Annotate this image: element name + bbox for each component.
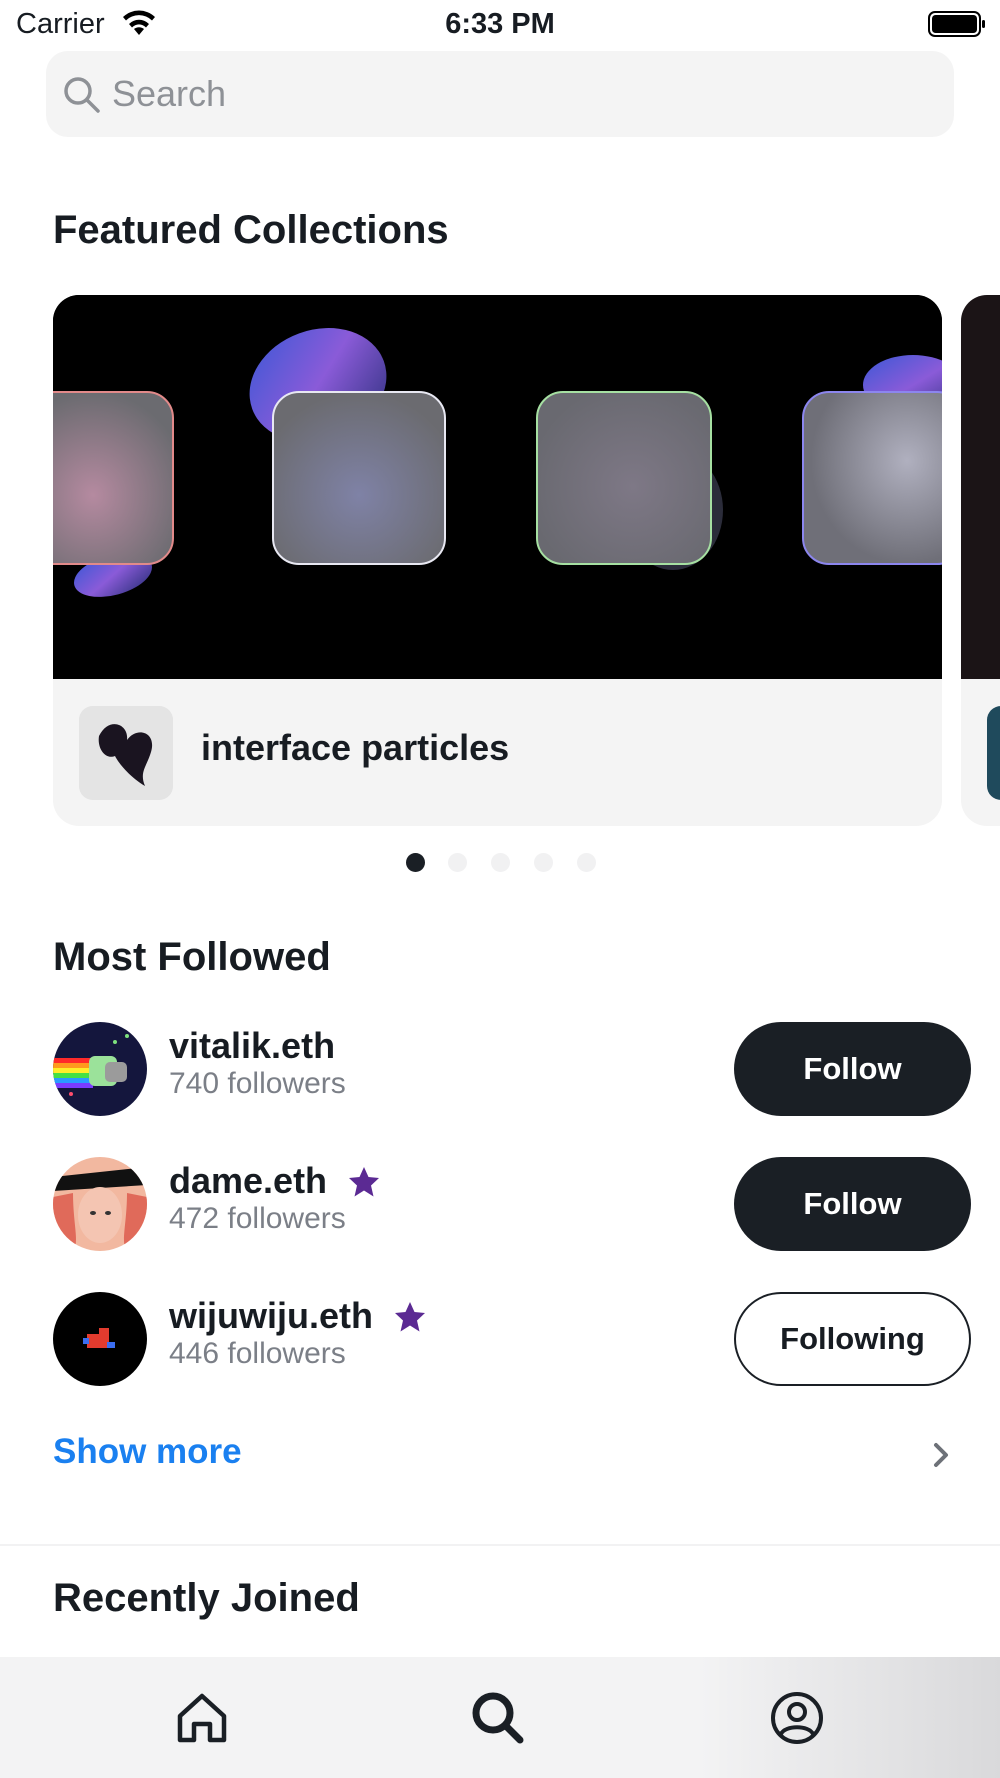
collection-name: interface particles [201,727,510,768]
user-name[interactable]: wijuwiju.eth [169,1295,373,1337]
follower-count: 740 followers [169,1067,346,1100]
follower-count: 446 followers [169,1337,346,1370]
follower-count: 472 followers [169,1202,346,1235]
following-button[interactable]: Following [734,1292,971,1386]
next-collection-card-peek[interactable] [961,295,1000,826]
carousel-dot[interactable] [448,853,467,872]
collection-thumbnail [79,706,173,800]
status-bar: Carrier 6:33 PM [0,0,1000,50]
verified-star-icon [395,1302,425,1332]
show-more-link[interactable]: Show more [53,1432,242,1472]
avatar[interactable] [53,1292,147,1386]
carousel-dot[interactable] [534,853,553,872]
search-icon [64,77,100,113]
search-input[interactable] [112,62,932,126]
home-icon[interactable] [174,1690,230,1746]
featured-collections-heading: Featured Collections [53,208,449,252]
collection-card[interactable]: interface particles [53,295,942,826]
status-time: 6:33 PM [445,8,555,40]
search-icon[interactable] [470,1690,526,1746]
recently-joined-heading: Recently Joined [53,1576,360,1620]
most-followed-heading: Most Followed [53,935,331,979]
follow-button[interactable]: Follow [734,1157,971,1251]
battery-icon [928,11,985,37]
collection-artwork [53,295,942,679]
carousel-dot-active[interactable] [406,853,425,872]
verified-star-icon [349,1167,379,1197]
follow-button[interactable]: Follow [734,1022,971,1116]
profile-icon[interactable] [769,1690,825,1746]
user-name[interactable]: vitalik.eth [169,1025,335,1067]
chevron-right-icon[interactable] [930,1440,952,1470]
section-divider [0,1544,1000,1546]
carousel-dot[interactable] [577,853,596,872]
avatar[interactable] [53,1022,147,1116]
carousel-dot[interactable] [491,853,510,872]
avatar[interactable] [53,1157,147,1251]
user-name[interactable]: dame.eth [169,1160,327,1202]
